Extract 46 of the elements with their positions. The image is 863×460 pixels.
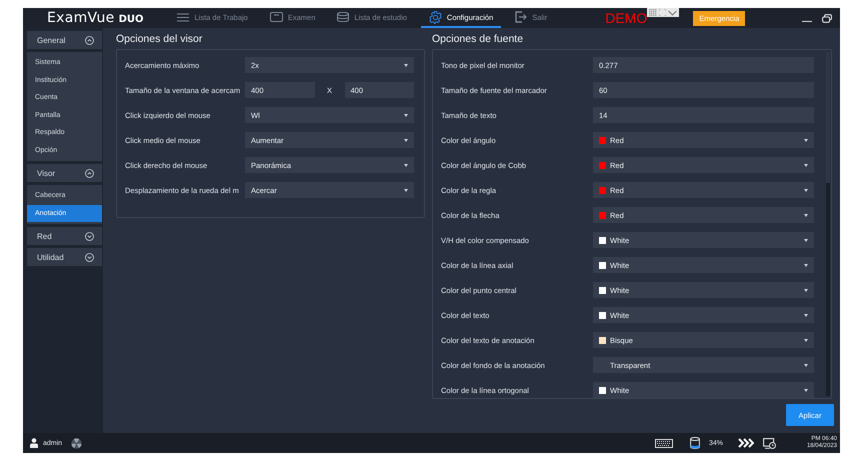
caret-icon bbox=[804, 164, 808, 166]
section-title: Opciones del visor bbox=[116, 32, 204, 47]
sidebar-group-header[interactable]: Red bbox=[27, 227, 102, 245]
menu-icon bbox=[177, 12, 190, 22]
user-icon bbox=[30, 438, 38, 448]
monitor-icon bbox=[270, 12, 283, 22]
caret-icon bbox=[404, 164, 408, 166]
section-title: Opciones de fuente bbox=[432, 32, 524, 47]
logo-suffix: DUO bbox=[118, 14, 144, 25]
group-label: Red bbox=[37, 232, 52, 240]
caret-icon bbox=[404, 114, 408, 116]
caret-icon bbox=[804, 264, 808, 266]
group-label: Visor bbox=[37, 168, 56, 178]
database-icon bbox=[337, 12, 350, 22]
radiation-icon bbox=[71, 438, 82, 448]
caret-icon bbox=[804, 364, 808, 366]
caret-icon bbox=[804, 188, 808, 192]
caret-icon bbox=[804, 214, 808, 216]
database-icon bbox=[690, 437, 700, 449]
caret-icon bbox=[404, 188, 408, 192]
group-label: General bbox=[37, 36, 66, 44]
sidebar-group-header[interactable]: General bbox=[27, 31, 102, 49]
forward-icon[interactable] bbox=[738, 438, 754, 448]
demo-label: DEMO bbox=[605, 11, 648, 25]
caret-icon bbox=[804, 138, 808, 142]
caret-icon bbox=[804, 338, 808, 342]
caret-icon bbox=[804, 388, 808, 392]
caret-icon bbox=[804, 314, 808, 316]
exit-icon bbox=[515, 11, 528, 23]
keyboard-icon[interactable] bbox=[654, 438, 673, 448]
expand-icon bbox=[85, 252, 94, 262]
caret-icon bbox=[404, 64, 408, 66]
sidebar-group-header[interactable]: Visor bbox=[27, 164, 102, 182]
sidebar-group-header[interactable]: Utilidad bbox=[27, 248, 102, 266]
monitor-clock-icon[interactable] bbox=[762, 438, 776, 448]
expand-icon bbox=[85, 232, 94, 240]
collapse-icon bbox=[85, 168, 94, 178]
settings-icon bbox=[428, 10, 442, 24]
caret-icon bbox=[804, 238, 808, 242]
group-label: Utilidad bbox=[37, 252, 64, 262]
restore-icon[interactable] bbox=[822, 14, 832, 22]
logo-text: ExamVue bbox=[47, 10, 115, 26]
caret-icon bbox=[404, 138, 408, 142]
collapse-icon bbox=[85, 36, 94, 44]
chevron-down-icon[interactable] bbox=[668, 10, 678, 16]
caret-icon bbox=[804, 288, 808, 292]
